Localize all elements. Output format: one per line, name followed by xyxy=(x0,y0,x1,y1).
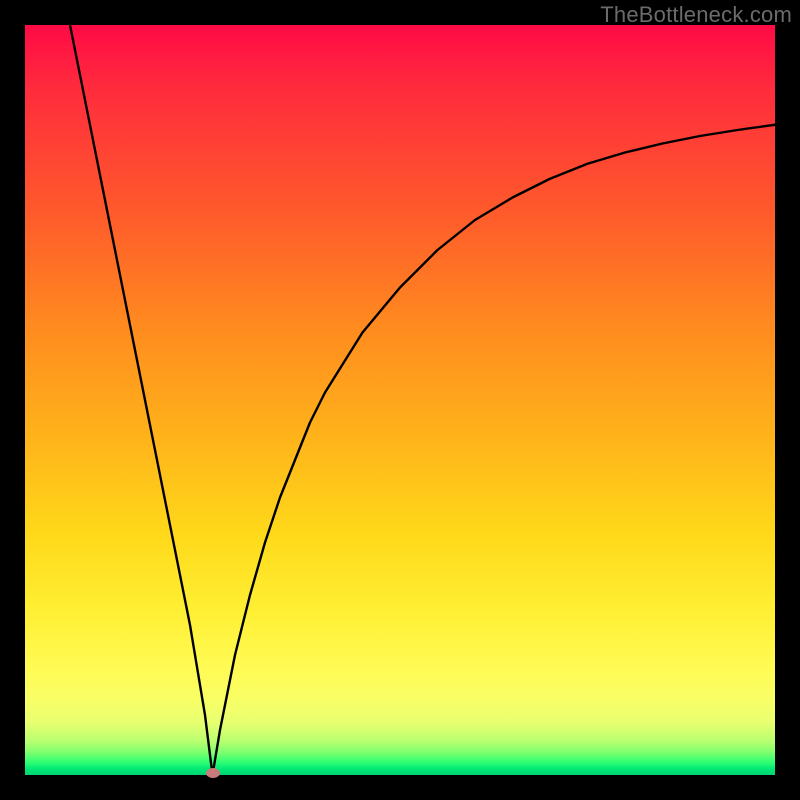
watermark-text: TheBottleneck.com xyxy=(600,2,792,28)
bottleneck-curve xyxy=(25,25,775,775)
chart-plot-area xyxy=(25,25,775,775)
minimum-marker xyxy=(206,768,220,778)
chart-stage: TheBottleneck.com xyxy=(0,0,800,800)
